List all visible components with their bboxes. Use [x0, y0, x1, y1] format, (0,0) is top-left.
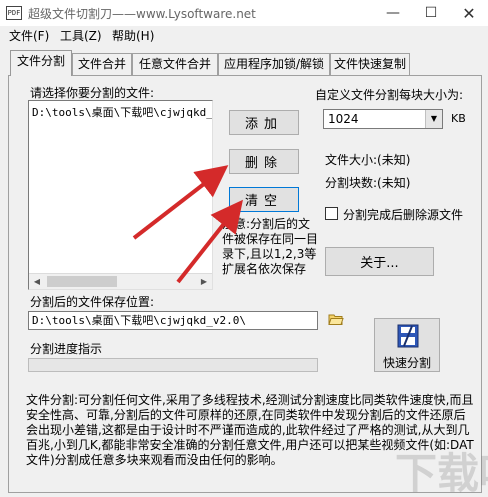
- minimize-button[interactable]: —: [374, 0, 412, 26]
- scroll-left-icon[interactable]: ◀: [29, 274, 45, 290]
- progress-label: 分割进度指示: [30, 342, 103, 356]
- save-location-label: 分割后的文件保存位置:: [30, 295, 155, 309]
- watermark-logo: 下载吧: [395, 449, 488, 497]
- delete-button[interactable]: 删除: [229, 149, 299, 174]
- menu-file[interactable]: 文件(F): [9, 27, 49, 44]
- window-title: 超级文件切割刀——www.Lysoftware.net: [28, 7, 256, 21]
- block-size-select[interactable]: 1024 ▼: [323, 109, 443, 129]
- file-list[interactable]: D:\tools\桌面\下载吧\cjwjqkd_v: [28, 100, 213, 290]
- tab-any-merge[interactable]: 任意文件合并: [132, 53, 218, 75]
- chevron-down-icon[interactable]: ▼: [425, 110, 442, 128]
- file-size-readout: 文件大小:(未知): [325, 153, 411, 167]
- scroll-right-icon[interactable]: ▶: [196, 274, 212, 290]
- tab-quick-copy[interactable]: 文件快速复制: [330, 53, 410, 75]
- close-button[interactable]: ✕: [450, 0, 488, 26]
- split-file-icon: [397, 324, 419, 348]
- folder-open-icon[interactable]: [328, 313, 344, 326]
- block-count-readout: 分割块数:(未知): [325, 176, 411, 190]
- horizontal-scrollbar[interactable]: ◀ ▶: [29, 273, 212, 289]
- tab-app-lock[interactable]: 应用程序加锁/解锁: [218, 53, 330, 75]
- clear-button[interactable]: 清空: [229, 187, 299, 212]
- block-size-value: 1024: [328, 112, 359, 126]
- delete-source-checkbox[interactable]: [325, 207, 338, 220]
- maximize-button[interactable]: ☐: [412, 0, 450, 26]
- menu-tools[interactable]: 工具(Z): [60, 27, 102, 44]
- tab-merge[interactable]: 文件合并: [72, 53, 132, 75]
- size-unit: KB: [451, 112, 466, 125]
- app-icon: PDF: [6, 6, 22, 20]
- note-text: 注意:分割后的文件被保存在同一目录下,且以1,2,3等扩展名依次保存: [222, 217, 319, 276]
- select-file-label: 请选择你要分割的文件:: [30, 86, 155, 100]
- quick-split-button[interactable]: 快速分割: [374, 318, 440, 372]
- save-path-input[interactable]: D:\tools\桌面\下载吧\cjwjqkd_v2.0\: [28, 311, 318, 330]
- about-button[interactable]: 关于...: [325, 247, 434, 276]
- block-size-label: 自定义文件分割每块大小为:: [315, 88, 464, 102]
- delete-source-label: 分割完成后删除源文件: [343, 208, 464, 222]
- quick-split-label: 快速分割: [382, 356, 431, 370]
- list-item[interactable]: D:\tools\桌面\下载吧\cjwjqkd_v: [32, 104, 212, 120]
- add-button[interactable]: 添加: [229, 110, 299, 135]
- menu-help[interactable]: 帮助(H): [112, 27, 154, 44]
- scroll-thumb[interactable]: [47, 276, 117, 287]
- split-progress-bar: [28, 358, 318, 372]
- tab-split[interactable]: 文件分割: [10, 50, 72, 76]
